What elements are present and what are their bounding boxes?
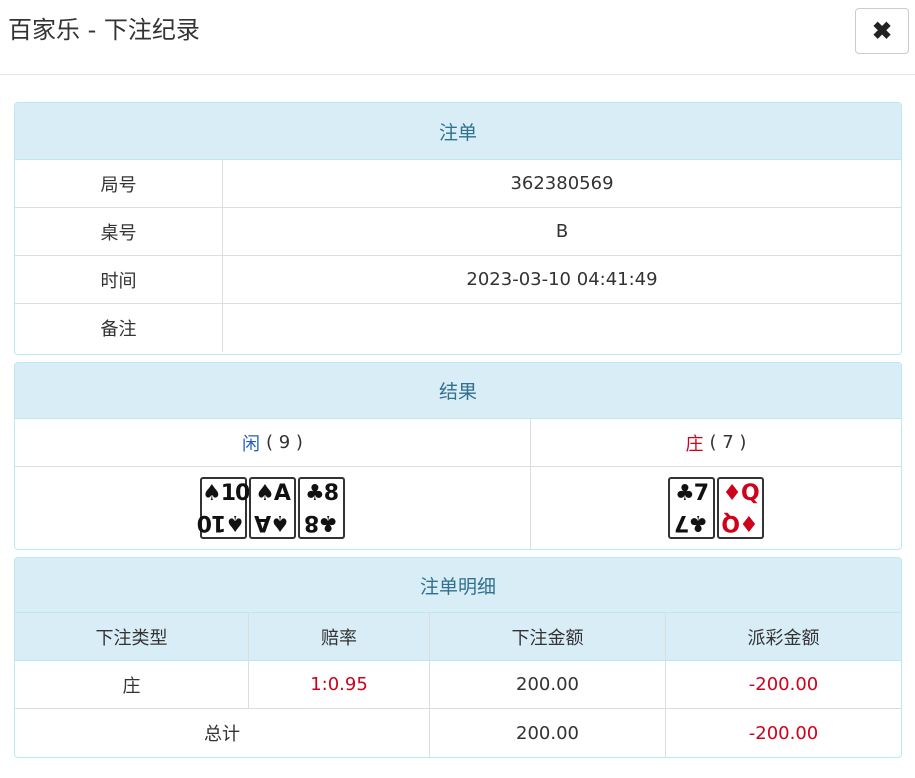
detail-panel: 注单明细 下注类型 赔率 下注金额 派彩金额 庄 1:0.95 200.00 -… xyxy=(14,557,902,758)
player-score: ( 9 ) xyxy=(266,432,303,453)
total-row: 总计 200.00 -200.00 xyxy=(15,709,901,757)
playing-card-icon: ♠10 ♠10 xyxy=(197,477,251,539)
payout: -200.00 xyxy=(665,661,901,708)
total-label: 总计 xyxy=(204,724,240,745)
player-cards-cell: ♠10 ♠10 ♠A ♠A ♣8 ♣8 xyxy=(15,467,530,549)
order-row-table: 桌号 B xyxy=(15,208,901,256)
result-panel-heading: 结果 xyxy=(15,363,901,419)
card-suit: ♣ xyxy=(689,510,709,535)
result-header-row: 闲 ( 9 ) 庄 ( 7 ) xyxy=(15,419,901,467)
time-value: 2023-03-10 04:41:49 xyxy=(222,256,901,303)
table-value: B xyxy=(222,208,901,255)
player-header: 闲 ( 9 ) xyxy=(15,419,530,466)
order-panel: 注单 局号 362380569 桌号 B 时间 2023-03-10 04:41… xyxy=(14,102,902,355)
card-rank: A xyxy=(273,481,291,506)
card-suit: ♣ xyxy=(674,481,695,506)
total-payout: -200.00 xyxy=(665,709,901,757)
banker-cards-cell: ♣7 ♣7 ♦Q ♦Q xyxy=(530,467,901,549)
card-rank: Q xyxy=(722,510,740,535)
card-rank: 10 xyxy=(197,510,227,535)
bet-type: 庄 xyxy=(122,675,141,697)
card-rank: A xyxy=(255,510,272,535)
playing-card-icon: ♣7 ♣7 xyxy=(668,477,715,539)
player-cards: ♠10 ♠10 ♠A ♠A ♣8 ♣8 xyxy=(197,477,345,539)
col-payout: 派彩金额 xyxy=(665,613,901,660)
playing-card-icon: ♣8 ♣8 xyxy=(298,477,345,539)
card-suit: ♠ xyxy=(255,481,275,506)
modal-header: 百家乐 - 下注纪录 ✖ xyxy=(0,0,915,75)
order-row-round: 局号 362380569 xyxy=(15,160,901,208)
card-suit: ♠ xyxy=(202,481,222,506)
card-suit: ♠ xyxy=(271,510,290,535)
col-bet-type: 下注类型 xyxy=(95,627,168,649)
card-suit: ♦ xyxy=(739,510,759,535)
card-suit: ♣ xyxy=(304,481,325,506)
result-cards-row: ♠10 ♠10 ♠A ♠A ♣8 ♣8 ♣7 ♣7 ♦Q ♦Q xyxy=(15,467,901,549)
card-rank: 7 xyxy=(674,510,690,535)
order-row-time: 时间 2023-03-10 04:41:49 xyxy=(15,256,901,304)
playing-card-icon: ♦Q ♦Q xyxy=(717,477,764,539)
close-button[interactable]: ✖ xyxy=(855,8,909,54)
card-suit: ♦ xyxy=(722,481,742,506)
banker-score: ( 7 ) xyxy=(709,432,747,453)
playing-card-icon: ♠A ♠A xyxy=(249,477,296,539)
card-rank: 8 xyxy=(323,481,339,506)
round-value: 362380569 xyxy=(222,160,901,207)
table-label: 桌号 xyxy=(100,222,137,244)
detail-panel-heading: 注单明细 xyxy=(15,558,901,613)
order-panel-heading: 注单 xyxy=(15,103,901,160)
banker-cards: ♣7 ♣7 ♦Q ♦Q xyxy=(668,477,764,539)
remark-label: 备注 xyxy=(100,319,137,340)
banker-label: 庄 xyxy=(685,433,704,455)
col-bet-amount: 下注金额 xyxy=(429,613,665,660)
result-panel: 结果 闲 ( 9 ) 庄 ( 7 ) ♠10 ♠10 ♠A ♠A ♣8 ♣8 ♣… xyxy=(14,362,902,550)
card-rank: 7 xyxy=(693,481,709,506)
bet-amount: 200.00 xyxy=(429,661,665,708)
table-row: 庄 1:0.95 200.00 -200.00 xyxy=(15,661,901,709)
round-label: 局号 xyxy=(100,174,137,196)
total-amount: 200.00 xyxy=(429,709,665,757)
modal-title: 百家乐 - 下注纪录 xyxy=(8,16,200,44)
player-label: 闲 xyxy=(242,433,261,455)
card-suit: ♣ xyxy=(319,510,339,535)
remark-value xyxy=(222,304,901,352)
card-rank: 10 xyxy=(220,481,251,506)
odds: 1:0.95 xyxy=(248,661,429,708)
banker-header: 庄 ( 7 ) xyxy=(530,419,901,466)
detail-header-row: 下注类型 赔率 下注金额 派彩金额 xyxy=(15,613,901,661)
card-rank: Q xyxy=(741,481,760,506)
col-odds: 赔率 xyxy=(248,613,429,660)
card-rank: 8 xyxy=(304,510,320,535)
card-suit: ♠ xyxy=(226,510,245,535)
close-icon: ✖ xyxy=(871,17,893,45)
time-label: 时间 xyxy=(100,270,137,292)
order-row-remark: 备注 xyxy=(15,304,901,352)
